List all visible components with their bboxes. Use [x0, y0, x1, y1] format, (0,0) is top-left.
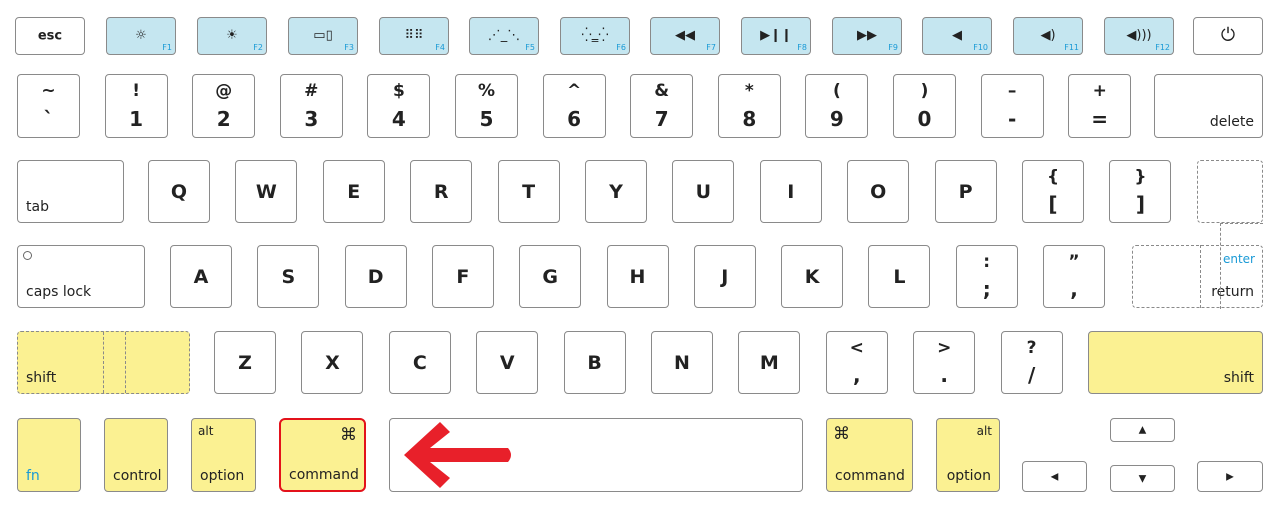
- red-arrow-left-icon: [404, 422, 511, 488]
